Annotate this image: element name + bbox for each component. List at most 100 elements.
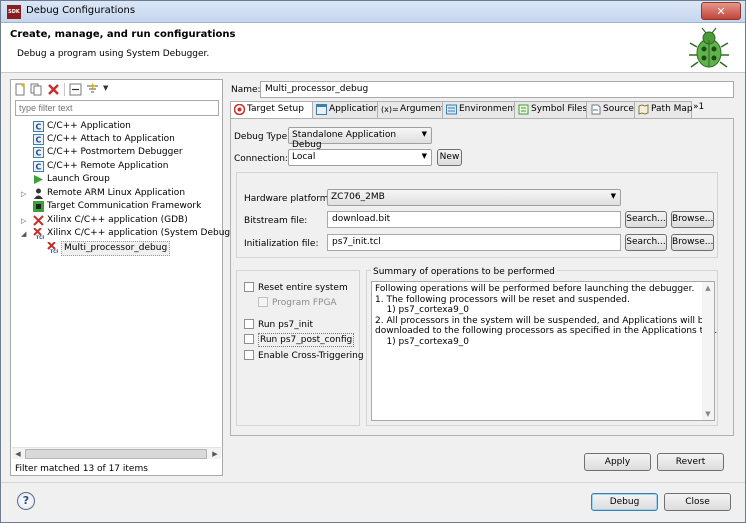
checkbox-label: Run ps7_post_config (258, 333, 355, 347)
xilinx-config-icon: TCF (47, 242, 58, 253)
summary-vertical-scrollbar[interactable]: ▲ ▼ (702, 282, 714, 420)
tree-horizontal-scrollbar[interactable]: ◀ ▶ (12, 447, 221, 459)
filter-configurations-icon[interactable] (86, 83, 99, 96)
connection-label: Connection: (234, 154, 288, 164)
configuration-tree-panel: ▼ C C/C++ Application C C/C++ Attach to … (10, 79, 249, 476)
title-bar[interactable]: SDK Debug Configurations ✕ (1, 1, 745, 23)
name-label: Name: (231, 85, 261, 95)
connection-select[interactable]: Local ▼ (288, 149, 432, 166)
tree-item-label: Launch Group (47, 174, 110, 184)
close-button[interactable]: Close (664, 493, 731, 511)
tree-item-label: Multi_processor_debug (61, 241, 171, 256)
tab-label: Symbol Files (531, 104, 588, 114)
checkbox-box (258, 297, 268, 307)
summary-text-area[interactable]: Following operations will be performed b… (371, 281, 717, 421)
debug-configurations-window: SDK Debug Configurations ✕ Create, manag… (0, 0, 746, 523)
tree-item-label: C/C++ Attach to Application (47, 134, 175, 144)
tab-arguments[interactable]: (x)= Arguments (377, 101, 449, 118)
bitstream-browse-button[interactable]: Browse... (671, 211, 714, 228)
delete-configuration-icon[interactable] (47, 83, 60, 96)
checkbox-box[interactable] (244, 319, 254, 329)
debug-type-select[interactable]: Standalone Application Debug ▼ (288, 127, 432, 150)
tree-item-label: C/C++ Postmortem Debugger (47, 147, 183, 157)
tree-item-label: Xilinx C/C++ application (System Debugge… (47, 228, 249, 238)
new-connection-button[interactable]: New (437, 149, 462, 166)
tab-target-setup[interactable]: Target Setup (230, 101, 313, 119)
checkbox-box[interactable] (244, 334, 254, 344)
source-icon (591, 104, 601, 115)
tree-item-label: C/C++ Remote Application (47, 161, 169, 171)
checkbox-box[interactable] (244, 282, 254, 292)
scrollbar-thumb[interactable] (25, 449, 207, 459)
revert-button[interactable]: Revert (657, 453, 724, 471)
checkbox-label: Run ps7_init (258, 320, 313, 330)
scroll-up-icon[interactable]: ▲ (702, 282, 714, 294)
duplicate-configuration-icon[interactable] (30, 83, 43, 96)
svg-text:TCF: TCF (50, 249, 58, 253)
chevron-down-icon: ▼ (421, 152, 427, 160)
configuration-name-input[interactable]: Multi_processor_debug (260, 81, 734, 98)
person-icon (34, 188, 43, 199)
init-search-button[interactable]: Search... (625, 234, 667, 251)
tree-item-label: C/C++ Application (47, 121, 131, 131)
tab-label: Path Map (651, 104, 693, 114)
filter-menu-chevron-down-icon[interactable]: ▼ (103, 84, 108, 92)
scroll-left-icon[interactable]: ◀ (12, 448, 24, 460)
header-title: Create, manage, and run configurations (10, 29, 236, 40)
tab-symbol-files[interactable]: Symbol Files (514, 101, 587, 118)
pathmap-icon (638, 104, 649, 115)
tcf-icon (33, 201, 44, 212)
filter-status: Filter matched 13 of 17 items (15, 464, 148, 474)
debug-bug-icon (689, 27, 729, 68)
filter-input[interactable] (15, 100, 219, 116)
hardware-platform-label: Hardware platform: (244, 194, 332, 204)
checkbox-label: Reset entire system (258, 283, 348, 293)
svg-text:C: C (36, 123, 42, 132)
header-subtitle: Debug a program using System Debugger. (17, 49, 210, 59)
svg-text:C: C (36, 136, 42, 145)
collapse-arrow-icon[interactable]: ◢ (21, 231, 27, 238)
c-icon: C (33, 147, 44, 158)
scroll-down-icon[interactable]: ▼ (702, 408, 714, 420)
chevron-down-icon: ▼ (421, 130, 427, 138)
tab-path-map[interactable]: Path Map (634, 101, 693, 118)
symbol-icon (518, 104, 529, 115)
checkbox-label: Enable Cross-Triggering (258, 351, 364, 361)
expand-arrow-icon[interactable]: ▷ (21, 191, 27, 198)
scroll-right-icon[interactable]: ▶ (209, 448, 221, 460)
hardware-platform-select[interactable]: ZC706_2MB ▼ (327, 189, 621, 206)
debug-button[interactable]: Debug (591, 493, 658, 511)
collapse-all-icon[interactable] (69, 83, 82, 96)
tab-source[interactable]: Source (586, 101, 635, 118)
env-icon (446, 104, 457, 115)
svg-text:C: C (36, 149, 42, 158)
expand-arrow-icon[interactable]: ▷ (21, 218, 27, 225)
app-icon (316, 104, 327, 115)
tab-environment[interactable]: Environment (442, 101, 516, 118)
tab-application[interactable]: Application (312, 101, 379, 118)
target-icon (234, 104, 245, 115)
svg-text:TCF: TCF (36, 235, 44, 239)
debug-type-label: Debug Type: (234, 132, 291, 142)
init-browse-button[interactable]: Browse... (671, 234, 714, 251)
initialization-file-input[interactable]: ps7_init.tcl (327, 234, 621, 251)
launch-icon (34, 175, 43, 184)
apply-button[interactable]: Apply (584, 453, 651, 471)
new-configuration-icon[interactable] (14, 83, 27, 96)
c-icon: C (33, 161, 44, 172)
toolbar-separator (64, 83, 65, 96)
footer-separator (1, 482, 745, 483)
bitstream-file-label: Bitstream file: (244, 216, 308, 226)
tab-label: Source (603, 104, 634, 114)
window-close-button[interactable]: ✕ (701, 2, 741, 20)
help-icon[interactable]: ? (17, 492, 35, 510)
tab-overflow-chevron-icon[interactable]: »1 (693, 102, 704, 112)
summary-label: Summary of operations to be performed (371, 267, 557, 277)
chevron-down-icon: ▼ (610, 192, 616, 200)
args-icon: (x)= (381, 105, 399, 114)
svg-text:C: C (36, 163, 42, 172)
xilinx-tcf-icon: TCF (33, 228, 44, 239)
bitstream-file-input[interactable]: download.bit (327, 211, 621, 228)
checkbox-box[interactable] (244, 350, 254, 360)
bitstream-search-button[interactable]: Search... (625, 211, 667, 228)
